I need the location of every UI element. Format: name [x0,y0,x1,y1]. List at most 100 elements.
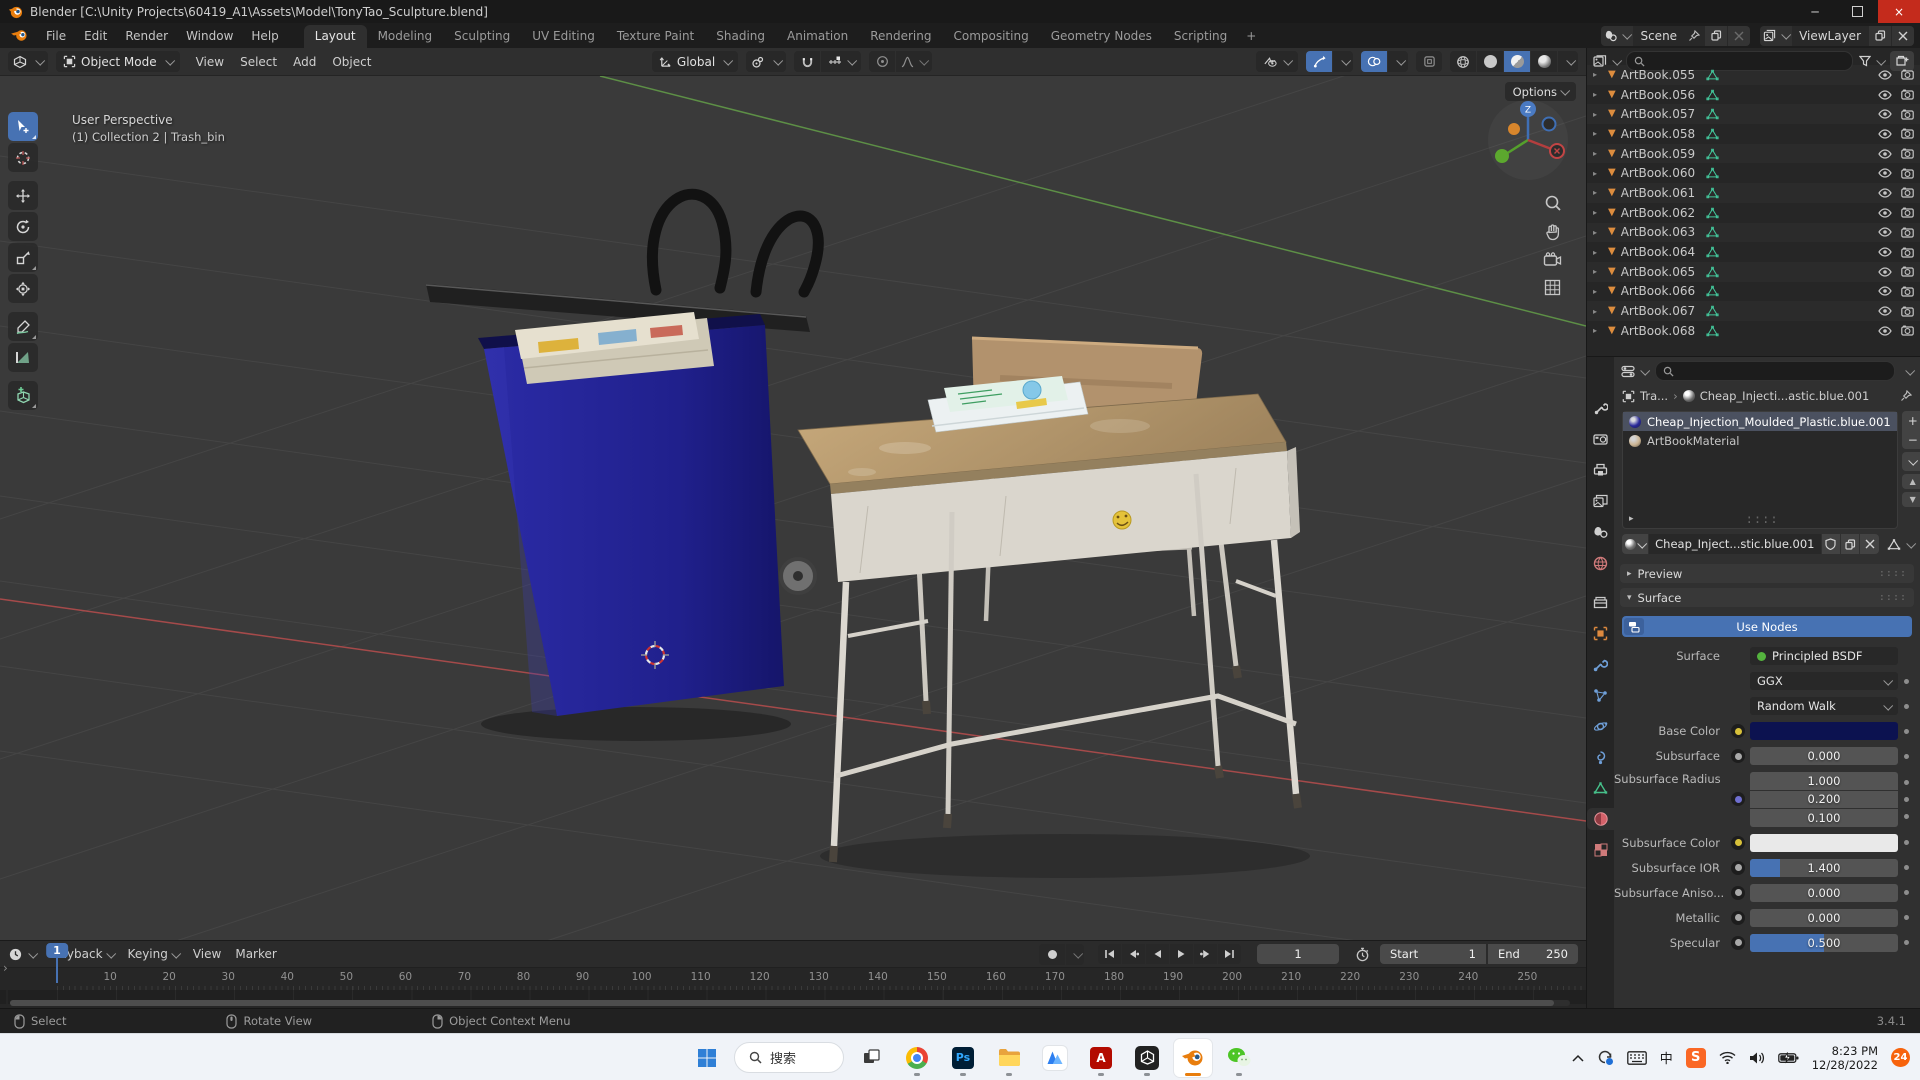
outliner-item-artbook-057[interactable]: ▸▼ArtBook.057 [1587,104,1920,124]
render-toggle[interactable] [1901,187,1914,198]
decorator-dot[interactable] [1904,940,1909,945]
maximize-button[interactable] [1836,0,1878,23]
material-slot-cheap-injection-moulded-plastic-blue-001[interactable]: Cheap_Injection_Moulded_Plastic.blue.001 [1623,412,1897,431]
hide-eye-icon[interactable] [1878,168,1892,178]
timeline-menu-view[interactable]: View [186,947,228,961]
solid-shading-button[interactable] [1477,51,1503,72]
timeline-expander[interactable]: › [3,961,8,975]
outliner-item-artbook-063[interactable]: ▸▼ArtBook.063 [1587,223,1920,243]
timeline-menu-keying[interactable]: Keying [121,947,186,961]
hide-eye-icon[interactable] [1878,326,1892,336]
render-toggle[interactable] [1901,128,1914,139]
viewlayer-delete-button[interactable] [1892,26,1914,46]
hide-toggle[interactable] [1878,168,1892,178]
node-socket-icon[interactable] [1731,724,1745,738]
sogou-input-icon[interactable]: S [1686,1048,1706,1068]
link-material-dropdown[interactable] [1887,538,1914,551]
disclosure-triangle-icon[interactable]: ▸ [1593,129,1603,138]
measure-tool[interactable] [8,343,38,372]
gizmo-dropdown[interactable] [1333,51,1353,72]
value-slider-subsurface[interactable]: 0.000 [1750,747,1898,765]
disable-render-icon[interactable] [1901,306,1914,317]
acrobat-app[interactable]: A [1082,1039,1120,1077]
hide-eye-icon[interactable] [1878,306,1892,316]
workspace-tab-compositing[interactable]: Compositing [942,25,1039,48]
scene-selector[interactable]: Scene [1601,26,1750,46]
outliner-item-artbook-058[interactable]: ▸▼ArtBook.058 [1587,124,1920,144]
tab-collection[interactable] [1587,591,1614,613]
disclosure-triangle-icon[interactable]: ▸ [1593,228,1603,237]
render-toggle[interactable] [1901,286,1914,297]
outliner-item-artbook-064[interactable]: ▸▼ArtBook.064 [1587,242,1920,262]
add-workspace-button[interactable]: + [1238,25,1264,48]
outliner-item-artbook-061[interactable]: ▸▼ArtBook.061 [1587,183,1920,203]
material-slot-artbookmaterial[interactable]: ArtBookMaterial [1623,431,1897,450]
color-swatch-base-color[interactable] [1750,722,1898,740]
render-toggle[interactable] [1901,69,1914,80]
menu-file[interactable]: File [37,26,75,46]
notification-badge[interactable]: 24 [1891,1048,1910,1067]
properties-search-input[interactable] [1655,361,1895,381]
chrome-app[interactable] [898,1039,936,1077]
show-object-types-dropdown[interactable] [1256,51,1298,72]
disable-render-icon[interactable] [1901,148,1914,159]
properties-editor-type-button[interactable] [1621,365,1648,378]
value-slider-metallic[interactable]: 0.000 [1750,909,1898,927]
hide-eye-icon[interactable] [1878,149,1892,159]
disclosure-triangle-icon[interactable]: ▸ [1593,90,1603,99]
hide-eye-icon[interactable] [1878,286,1892,296]
current-frame-field[interactable]: 1 [1257,944,1339,964]
tab-physics[interactable] [1587,715,1614,737]
properties-options-dropdown[interactable] [1905,365,1915,375]
auto-keying-dropdown[interactable] [1066,944,1084,965]
tab-texture[interactable] [1587,839,1614,861]
touch-keyboard-icon[interactable] [1627,1051,1647,1065]
disable-render-icon[interactable] [1901,286,1914,297]
auto-keying-button[interactable] [1039,944,1065,965]
node-socket-icon[interactable] [1731,886,1745,900]
viewlayer-selector[interactable]: ViewLayer [1760,26,1914,46]
hide-eye-icon[interactable] [1878,70,1892,80]
timeline-scrollbar[interactable] [10,1000,1570,1006]
hide-toggle[interactable] [1878,326,1892,336]
wifi-icon[interactable] [1719,1051,1736,1064]
hide-toggle[interactable] [1878,208,1892,218]
hide-toggle[interactable] [1878,90,1892,100]
remove-slot-button[interactable]: − [1902,430,1920,449]
onedrive-sync-icon[interactable] [1597,1049,1614,1066]
decorator-dot[interactable] [1904,890,1909,895]
viewport-menu-view[interactable]: View [188,55,232,69]
scene-browse-button[interactable] [1601,26,1633,46]
vector-value-0[interactable]: 1.000 [1750,772,1898,790]
timeline-editor-type-button[interactable] [8,947,36,962]
disclosure-triangle-icon[interactable]: ▸ [1593,248,1603,257]
viewlayer-browse-button[interactable] [1760,26,1792,46]
shader-field[interactable]: Principled BSDF [1750,647,1898,665]
hide-eye-icon[interactable] [1878,188,1892,198]
hide-toggle[interactable] [1878,188,1892,198]
workspace-tab-animation[interactable]: Animation [776,25,859,48]
hide-eye-icon[interactable] [1878,90,1892,100]
enum-dropdown-random-walk[interactable]: Random Walk [1750,697,1898,715]
scene-copy-button[interactable] [1705,26,1727,46]
render-toggle[interactable] [1901,325,1914,336]
pin-icon[interactable] [1688,30,1700,42]
render-toggle[interactable] [1901,148,1914,159]
disclosure-triangle-icon[interactable]: ▸ [1593,208,1603,217]
tab-output[interactable] [1587,459,1614,481]
move-slot-down-button[interactable]: ▼ [1902,492,1920,507]
hide-eye-icon[interactable] [1878,129,1892,139]
rotate-tool[interactable] [8,212,38,241]
value-slider-specular[interactable]: 0.500 [1750,934,1898,952]
toggle-perspective-icon[interactable] [1544,279,1561,296]
start-frame-field[interactable]: Start1 [1380,944,1486,964]
cursor-tool[interactable] [8,143,38,172]
rendered-shading-button[interactable] [1531,51,1557,72]
timeline-menu-marker[interactable]: Marker [228,947,283,961]
disable-render-icon[interactable] [1901,266,1914,277]
disable-render-icon[interactable] [1901,69,1914,80]
decorator-dot[interactable] [1904,704,1909,709]
play-button[interactable] [1170,944,1193,964]
value-slider-subsurface-ior[interactable]: 1.400 [1750,859,1898,877]
disable-render-icon[interactable] [1901,325,1914,336]
